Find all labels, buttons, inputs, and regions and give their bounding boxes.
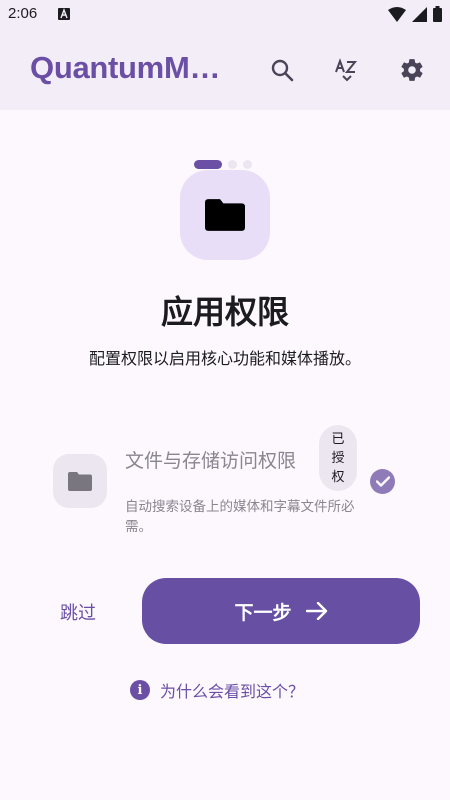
search-icon — [271, 59, 294, 82]
arrow-right-icon — [305, 602, 327, 620]
page-dot — [243, 160, 252, 169]
skip-button[interactable]: 跳过 — [40, 596, 116, 628]
status-time: 2:06 — [8, 5, 38, 22]
settings-button[interactable] — [396, 54, 428, 86]
why-link-label: 为什么会看到这个？ — [160, 682, 305, 701]
permission-granted-check — [370, 469, 395, 494]
cellular-icon — [412, 6, 427, 22]
hero-folder-tile — [180, 170, 270, 260]
permission-name: 文件与存储访问权限 — [125, 450, 297, 472]
page-dot-active — [194, 160, 222, 169]
sort-button[interactable] — [331, 54, 363, 86]
page-title: 应用权限 — [160, 293, 289, 331]
notification-icon — [58, 8, 70, 20]
page-subtitle: 配置权限以启用核心功能和媒体播放。 — [88, 349, 361, 368]
search-button[interactable] — [266, 54, 298, 86]
gear-icon — [401, 59, 423, 81]
check-icon — [375, 476, 390, 487]
wifi-icon — [388, 6, 406, 22]
status-bar: 2:06 — [0, 0, 450, 30]
folder-icon — [205, 199, 245, 231]
next-button-label: 下一步 — [234, 601, 292, 624]
status-badge: 已授权 — [319, 425, 357, 491]
next-button[interactable]: 下一步 — [142, 578, 420, 644]
permission-icon-tile — [53, 454, 107, 508]
page-dot — [228, 160, 237, 169]
why-link[interactable]: i 为什么会看到这个？ — [130, 678, 304, 702]
battery-icon — [433, 6, 442, 22]
permission-description: 自动搜索设备上的媒体和字幕文件所必需。 — [125, 499, 355, 535]
sort-az-icon — [335, 58, 358, 82]
folder-icon — [68, 471, 92, 491]
page-indicator — [194, 160, 252, 169]
top-app-bar: QuantumM… — [0, 30, 450, 110]
app-title: QuantumM… — [30, 50, 221, 85]
info-icon: i — [130, 680, 150, 700]
